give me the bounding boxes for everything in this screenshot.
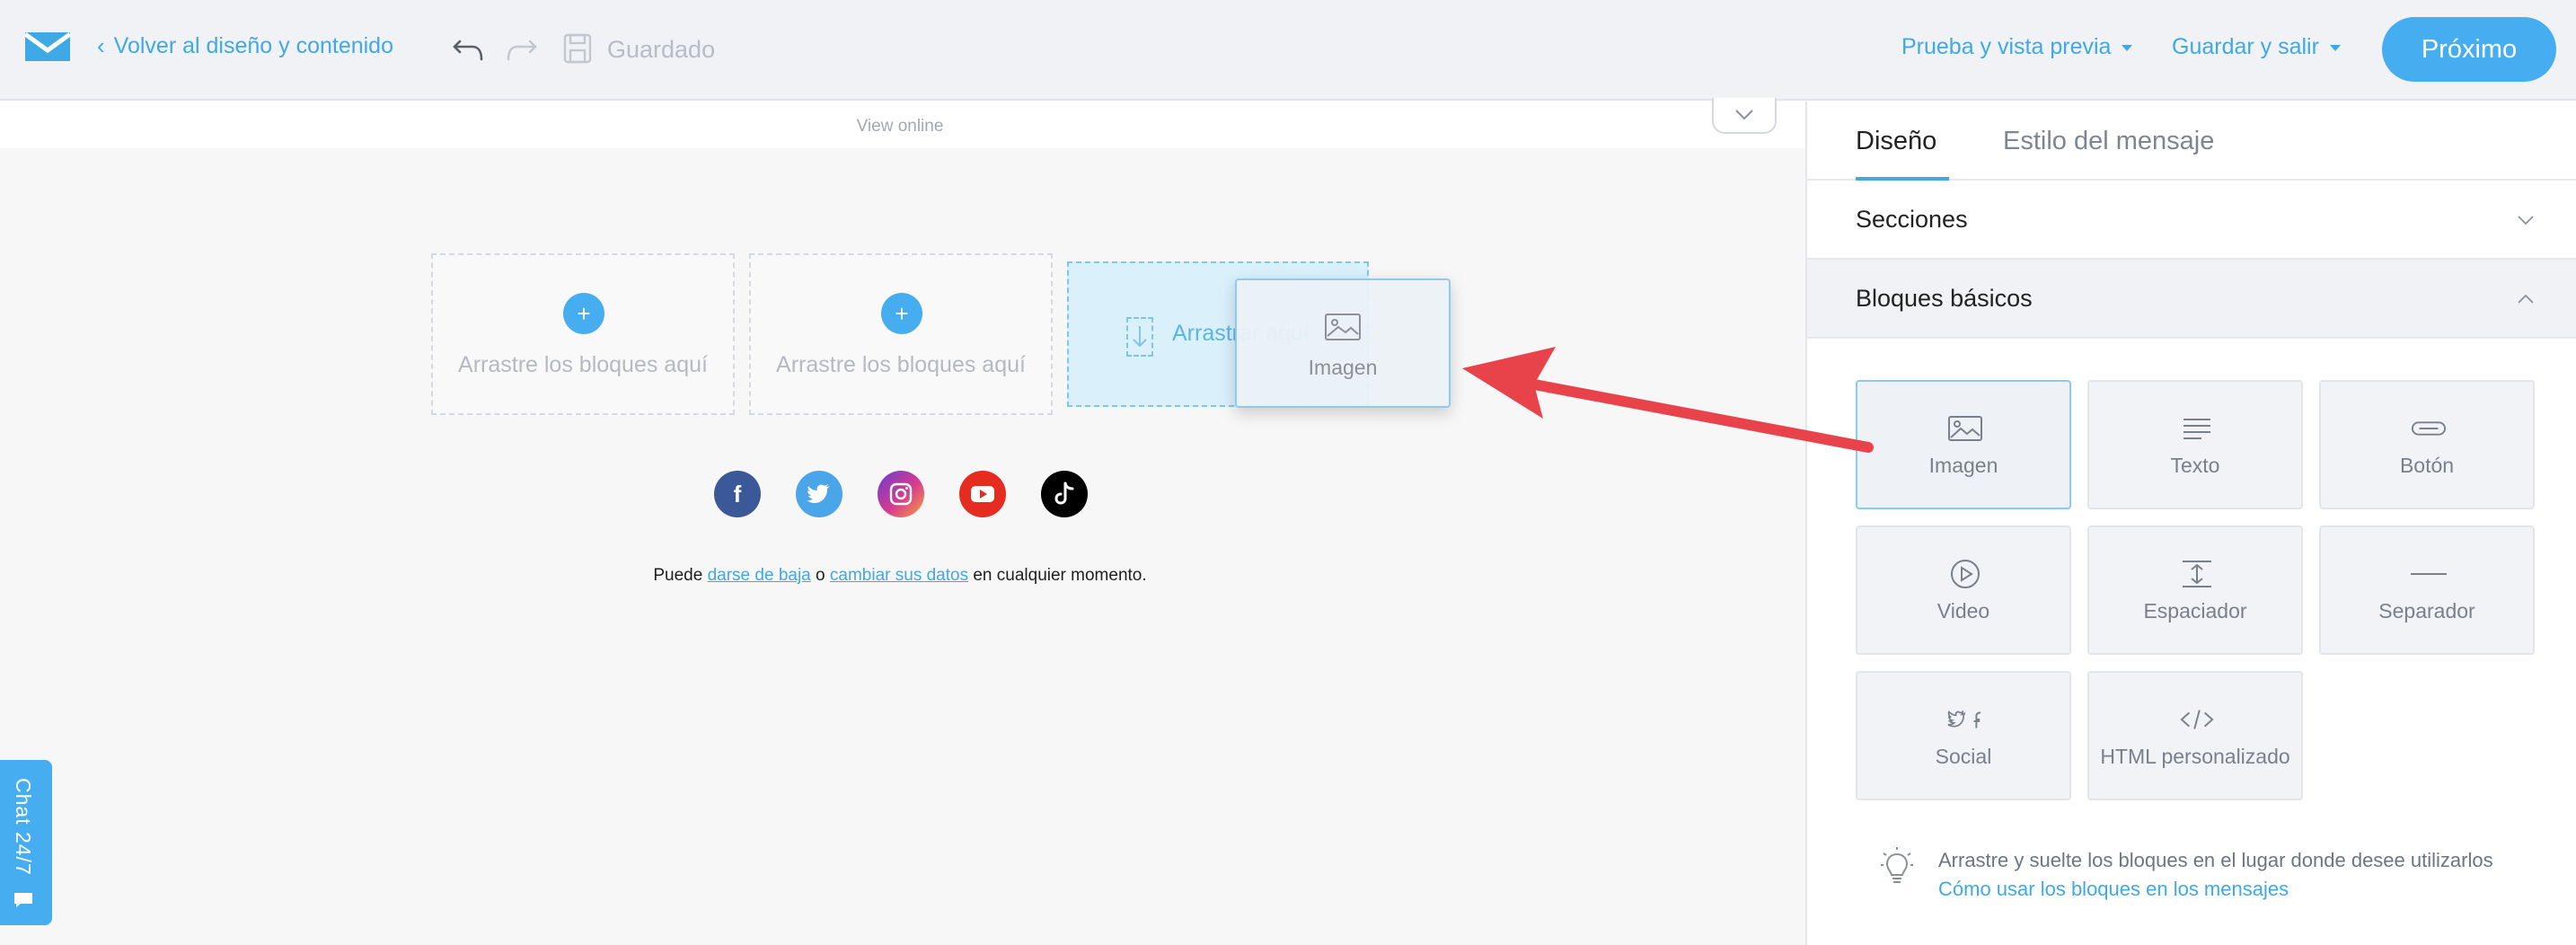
block-label: HTML personalizado xyxy=(2100,745,2290,768)
image-icon xyxy=(1947,414,1983,443)
design-panel: Diseño Estilo del mensaje Secciones Bloq… xyxy=(1805,102,2576,945)
facebook-icon[interactable]: f xyxy=(714,471,761,517)
twitter-icon[interactable] xyxy=(796,471,842,517)
social-icons-row: f xyxy=(714,471,1088,517)
chevron-left-icon: ‹ xyxy=(97,32,105,59)
plus-icon[interactable]: + xyxy=(881,293,922,334)
panel-tabs: Diseño Estilo del mensaje xyxy=(1807,102,2576,181)
dragged-block-label: Imagen xyxy=(1308,356,1378,379)
block-spacer[interactable]: Espaciador xyxy=(2087,525,2303,655)
tab-design[interactable]: Diseño xyxy=(1856,127,1936,156)
basic-blocks-label: Bloques básicos xyxy=(1856,285,2033,312)
footer-middle: o xyxy=(816,566,825,585)
block-label: Imagen xyxy=(1928,454,1998,477)
block-button[interactable]: Botón xyxy=(2319,380,2535,509)
top-bar: ‹ Volver al diseño y contenido Guardado … xyxy=(0,0,2576,101)
footer-unsubscribe-text: Puede darse de baja o cambiar sus datos … xyxy=(0,566,1800,586)
unsubscribe-link[interactable]: darse de baja xyxy=(708,566,811,585)
back-link-label: Volver al diseño y contenido xyxy=(113,33,393,58)
drop-target-icon xyxy=(1126,317,1153,357)
tiktok-icon[interactable] xyxy=(1041,471,1088,517)
html-icon xyxy=(2179,705,2215,734)
youtube-icon[interactable] xyxy=(959,471,1006,517)
block-label: Espaciador xyxy=(2143,599,2247,623)
spacer-icon xyxy=(2179,560,2215,588)
block-label: Separador xyxy=(2378,599,2475,623)
chat-widget-tab[interactable]: Chat 24/7 xyxy=(0,760,52,925)
block-image[interactable]: Imagen xyxy=(1856,380,2071,509)
social-icon xyxy=(1947,705,1983,734)
text-icon xyxy=(2179,414,2215,443)
preview-menu-label: Prueba y vista previa xyxy=(1901,34,2112,59)
separator-icon xyxy=(2411,560,2447,588)
drop-zone-2[interactable]: + Arrastre los bloques aquí xyxy=(749,253,1053,415)
view-online-strip: View online xyxy=(0,98,1805,148)
collapse-toggle[interactable] xyxy=(1712,98,1777,134)
instagram-icon[interactable] xyxy=(878,471,924,517)
next-button[interactable]: Próximo xyxy=(2382,17,2556,82)
video-icon xyxy=(1947,560,1983,588)
undo-icon[interactable] xyxy=(451,31,487,66)
preview-menu[interactable]: Prueba y vista previa xyxy=(1901,34,2133,60)
chat-bubble-icon xyxy=(14,893,32,907)
chevron-up-icon xyxy=(2518,294,2534,304)
save-exit-label: Guardar y salir xyxy=(2172,34,2319,59)
footer-suffix: en cualquier momento. xyxy=(973,566,1147,585)
block-separator[interactable]: Separador xyxy=(2319,525,2535,655)
block-label: Video xyxy=(1936,599,1990,623)
block-label: Social xyxy=(1935,745,1992,768)
image-icon xyxy=(1325,314,1361,340)
redo-icon[interactable] xyxy=(503,31,539,66)
block-label: Botón xyxy=(2399,454,2455,477)
tip-text: Arrastre y suelte los bloques en el luga… xyxy=(1938,849,2493,871)
view-online-link[interactable]: View online xyxy=(0,117,1800,137)
chevron-down-icon xyxy=(2518,216,2534,225)
caret-down-icon xyxy=(2329,45,2341,51)
chevron-down-icon xyxy=(1735,110,1753,120)
footer-prefix: Puede xyxy=(653,566,703,585)
annotation-arrow-icon xyxy=(1462,347,1874,453)
drop-zone-label: Arrastre los bloques aquí xyxy=(458,352,708,377)
how-to-blocks-link[interactable]: Cómo usar los bloques en los mensajes xyxy=(1938,878,2289,901)
drop-zone-label: Arrastre los bloques aquí xyxy=(776,352,1026,377)
lightbulb-icon xyxy=(1881,847,1913,883)
saved-status: Guardado xyxy=(607,36,716,63)
chat-label: Chat 24/7 xyxy=(12,778,35,876)
block-label: Texto xyxy=(2170,454,2220,477)
email-canvas: View online + Arrastre los bloques aquí … xyxy=(0,98,1805,945)
change-data-link[interactable]: cambiar sus datos xyxy=(830,566,968,585)
back-to-design-link[interactable]: ‹ Volver al diseño y contenido xyxy=(97,32,393,60)
block-text[interactable]: Texto xyxy=(2087,380,2303,509)
block-video[interactable]: Video xyxy=(1856,525,2071,655)
drop-zone-1[interactable]: + Arrastre los bloques aquí xyxy=(431,253,735,415)
tab-message-style[interactable]: Estilo del mensaje xyxy=(2003,127,2214,156)
sections-label: Secciones xyxy=(1856,206,1968,233)
button-icon xyxy=(2411,414,2447,443)
block-social[interactable]: Social xyxy=(1856,671,2071,800)
plus-icon[interactable]: + xyxy=(563,293,604,334)
logo-envelope-icon[interactable] xyxy=(23,31,72,63)
accordion-basic-blocks[interactable]: Bloques básicos xyxy=(1807,260,2576,339)
block-custom-html[interactable]: HTML personalizado xyxy=(2087,671,2303,800)
save-exit-menu[interactable]: Guardar y salir xyxy=(2172,34,2341,60)
accordion-sections[interactable]: Secciones xyxy=(1807,181,2576,260)
save-disk-icon xyxy=(563,33,592,64)
dragged-image-block[interactable]: Imagen xyxy=(1235,278,1451,408)
caret-down-icon xyxy=(2122,45,2133,51)
